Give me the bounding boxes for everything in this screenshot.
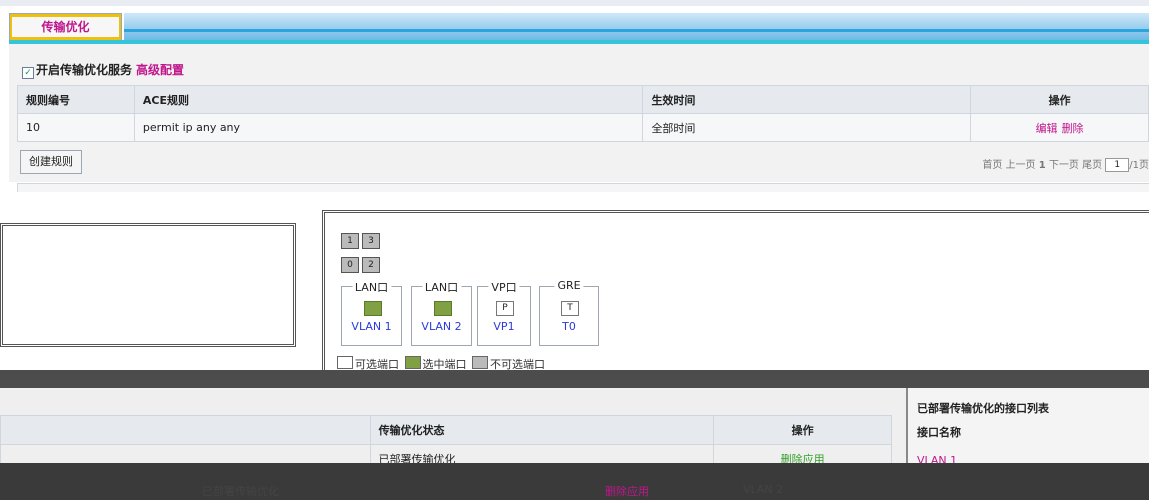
pager-next[interactable]: 下一页 [1049, 160, 1079, 171]
col-status-operation: 操作 [713, 415, 892, 445]
gre-port-icon: T [561, 301, 579, 316]
top-border [0, 0, 1149, 6]
row-actions: 编辑 删除 [970, 113, 1149, 142]
vp-port-icon: P [496, 301, 514, 316]
tab-transport-optimization[interactable]: 传输优化 [9, 13, 122, 41]
delete-link[interactable]: 删除 [1062, 122, 1084, 135]
bottom-bar [0, 463, 1149, 500]
enable-service-label: 开启传输优化服务 [36, 63, 133, 77]
enable-service-row: ✓ 开启传输优化服务 高级配置 [22, 61, 184, 79]
bottom-remove-apply-link[interactable]: 删除应用 [605, 483, 649, 499]
edit-link[interactable]: 编辑 [1036, 122, 1058, 135]
selectable-port-icon [337, 356, 353, 369]
status-col-blank [0, 415, 371, 445]
col-status: 传输优化状态 [369, 415, 715, 445]
port-button[interactable]: 1 [341, 233, 359, 249]
port-button[interactable]: 0 [341, 257, 359, 273]
col-rule-id: 规则编号 [17, 85, 135, 114]
rule-id: 10 [17, 113, 135, 142]
page-jump-input[interactable]: 1 [1105, 158, 1130, 172]
pager-first[interactable]: 首页 [982, 160, 1002, 171]
col-operation: 操作 [970, 85, 1149, 114]
col-ace-rule: ACE规则 [133, 85, 644, 114]
deployed-list-title: 已部署传输优化的接口列表 [917, 402, 1049, 415]
ace-rule: permit ip any any [133, 113, 644, 142]
port-group-gre[interactable]: GRE T T0 [539, 279, 599, 346]
port-group-label: VP口 [488, 279, 520, 295]
left-config-frame [0, 223, 296, 347]
enable-service-checkbox[interactable]: ✓ [22, 67, 34, 79]
port-group-lan1[interactable]: LAN口 VLAN 1 [341, 279, 402, 346]
rules-table: 规则编号 ACE规则 生效时间 操作 10 permit ip any any … [17, 85, 1149, 142]
tab-bar [124, 13, 1149, 41]
port-group-label: LAN口 [351, 279, 392, 295]
create-rule-button[interactable]: 创建规则 [20, 150, 82, 174]
pagination: 首页 上一页 1 下一页 尾页 1/1页 [982, 156, 1149, 172]
col-effective-time: 生效时间 [642, 85, 972, 114]
tab-label: 传输优化 [12, 17, 119, 37]
port-button[interactable]: 3 [362, 233, 380, 249]
effective-time: 全部时间 [642, 113, 972, 142]
port-group-lan2[interactable]: LAN口 VLAN 2 [411, 279, 472, 346]
port-group-label: LAN口 [421, 279, 462, 295]
pager-current: 1 [1038, 160, 1046, 171]
pager-last[interactable]: 尾页 [1082, 160, 1102, 171]
lan-port-icon [433, 301, 452, 316]
selected-port-icon [404, 356, 421, 369]
unselectable-port-icon [472, 356, 488, 369]
port-group-name: VLAN 2 [421, 320, 462, 333]
section-divider [0, 370, 1149, 388]
rules-footer [17, 183, 1149, 192]
table-row: 10 permit ip any any 全部时间 编辑 删除 [17, 113, 1149, 142]
port-group-name: VLAN 1 [351, 320, 392, 333]
pager-total: /1页 [1129, 160, 1149, 171]
lan-port-icon [363, 301, 382, 316]
deployed-list-header: 接口名称 [917, 426, 961, 439]
port-group-vp[interactable]: VP口 P VP1 [477, 279, 531, 346]
port-group-name: VP1 [493, 320, 515, 333]
bottom-status-text: 已部署传输优化 [202, 485, 279, 498]
port-button[interactable]: 2 [362, 257, 380, 273]
port-group-name: T0 [562, 320, 576, 333]
pager-prev[interactable]: 上一页 [1006, 160, 1036, 171]
advanced-config-link[interactable]: 高级配置 [136, 63, 184, 77]
bottom-interface-text: VLAN 2 [743, 483, 784, 496]
port-group-label: GRE [554, 279, 584, 292]
